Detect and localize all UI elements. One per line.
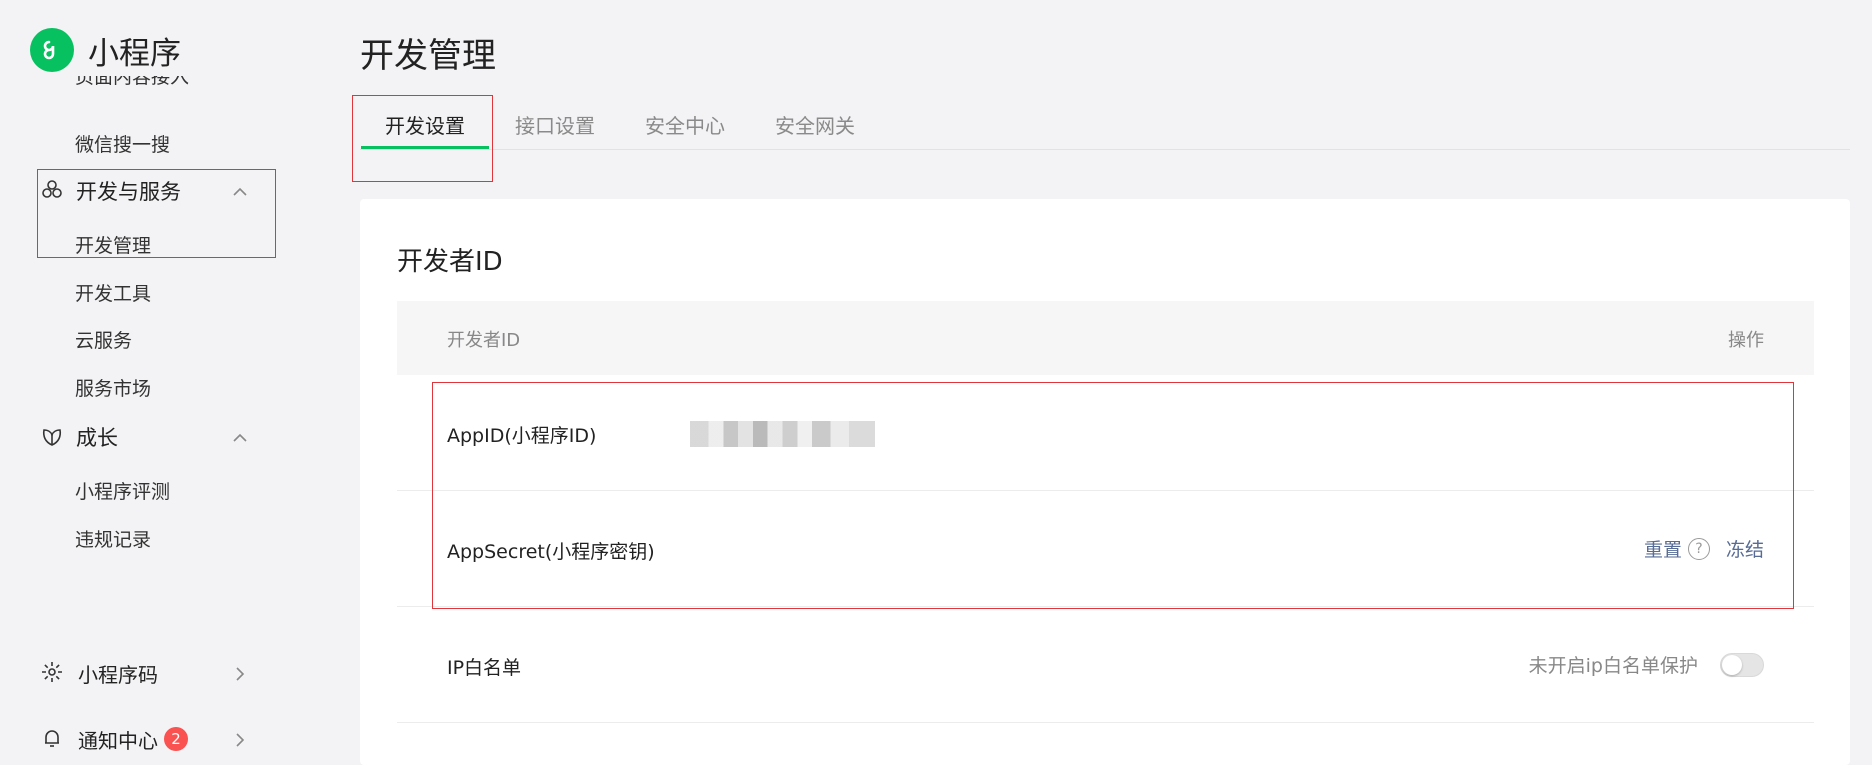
reset-link[interactable]: 重置 [1644, 535, 1682, 562]
miniprogram-logo-icon [30, 28, 74, 72]
table-row-appsecret: AppSecret(小程序密钥) 重置 ? 冻结 [397, 491, 1814, 607]
sidebar-item-dev-management[interactable]: 开发管理 [75, 231, 151, 258]
sidebar-item-service-market[interactable]: 服务市场 [75, 374, 151, 401]
freeze-link[interactable]: 冻结 [1726, 535, 1764, 562]
sidebar-group-label: 开发与服务 [76, 180, 181, 204]
sidebar-item-cloud-service[interactable]: 云服务 [75, 326, 132, 353]
table-row-appid: AppID(小程序ID) [397, 375, 1814, 491]
ip-whitelist-status: 未开启ip白名单保护 [1528, 655, 1698, 677]
table-header: 开发者ID 操作 [397, 301, 1814, 375]
sidebar-item-violation-records[interactable]: 违规记录 [75, 525, 151, 552]
brand-name: 小程序 [88, 35, 181, 72]
sidebar-group-dev-services[interactable]: 开发与服务 [40, 173, 255, 209]
tab-security-gateway[interactable]: 安全网关 [775, 110, 855, 149]
appid-value-masked [690, 421, 875, 447]
sidebar-item-label: 小程序码 [78, 662, 158, 687]
brand[interactable]: 小程序 [30, 28, 181, 72]
nav-menu[interactable]: 页面内容接入 微信搜一搜 开发与服务 开发管理 开发工具 云服务 服务市场 成长… [0, 76, 330, 576]
chevron-right-icon[interactable] [231, 664, 249, 688]
notification-count-badge: 2 [164, 727, 188, 751]
help-question-icon[interactable]: ? [1687, 537, 1710, 560]
sidebar-item-label: 通知中心 [78, 728, 158, 753]
sidebar-item-notifications[interactable]: 通知中心 2 [40, 721, 255, 757]
column-header-actions: 操作 [1728, 330, 1764, 351]
page-title: 开发管理 [360, 36, 496, 76]
chevron-up-icon[interactable] [231, 182, 249, 206]
tab-api-settings[interactable]: 接口设置 [515, 110, 595, 149]
tab-dev-settings[interactable]: 开发设置 [361, 110, 489, 149]
ip-whitelist-toggle[interactable] [1720, 652, 1764, 677]
ip-whitelist-label: IP白名单 [447, 657, 522, 679]
table-row-ip-whitelist: IP白名单 未开启ip白名单保护 [397, 607, 1814, 723]
appsecret-label: AppSecret(小程序密钥) [447, 541, 655, 563]
sidebar-group-label: 成长 [76, 426, 118, 450]
dev-services-icon [40, 178, 66, 204]
chevron-right-icon[interactable] [231, 730, 249, 754]
card-title: 开发者ID [397, 247, 503, 277]
growth-icon [40, 424, 66, 450]
tab-bar: 开发设置 接口设置 安全中心 安全网关 [360, 100, 1850, 150]
sidebar-item-qrcode[interactable]: 小程序码 [40, 655, 255, 691]
appsecret-actions: 重置 ? 冻结 [1644, 535, 1764, 562]
sidebar-item-wechat-search[interactable]: 微信搜一搜 [75, 130, 170, 157]
sidebar-item-evaluation[interactable]: 小程序评测 [75, 477, 170, 504]
sidebar-item-content-access[interactable]: 页面内容接入 [75, 76, 189, 89]
developer-id-card: 开发者ID 开发者ID 操作 AppID(小程序ID) AppSecret(小程… [360, 199, 1850, 765]
sidebar-group-growth[interactable]: 成长 [40, 419, 255, 455]
sidebar: 小程序 页面内容接入 微信搜一搜 开发与服务 开发管理 开发工具 云服务 服务市… [0, 0, 330, 765]
sidebar-item-dev-tools[interactable]: 开发工具 [75, 279, 151, 306]
chevron-up-icon[interactable] [231, 428, 249, 452]
qrcode-sun-icon [40, 660, 66, 686]
column-header-id: 开发者ID [447, 330, 521, 351]
bell-icon [40, 726, 66, 752]
ip-whitelist-actions: 未开启ip白名单保护 [1529, 651, 1764, 678]
tab-security-center[interactable]: 安全中心 [645, 110, 725, 149]
appid-label: AppID(小程序ID) [447, 425, 597, 447]
